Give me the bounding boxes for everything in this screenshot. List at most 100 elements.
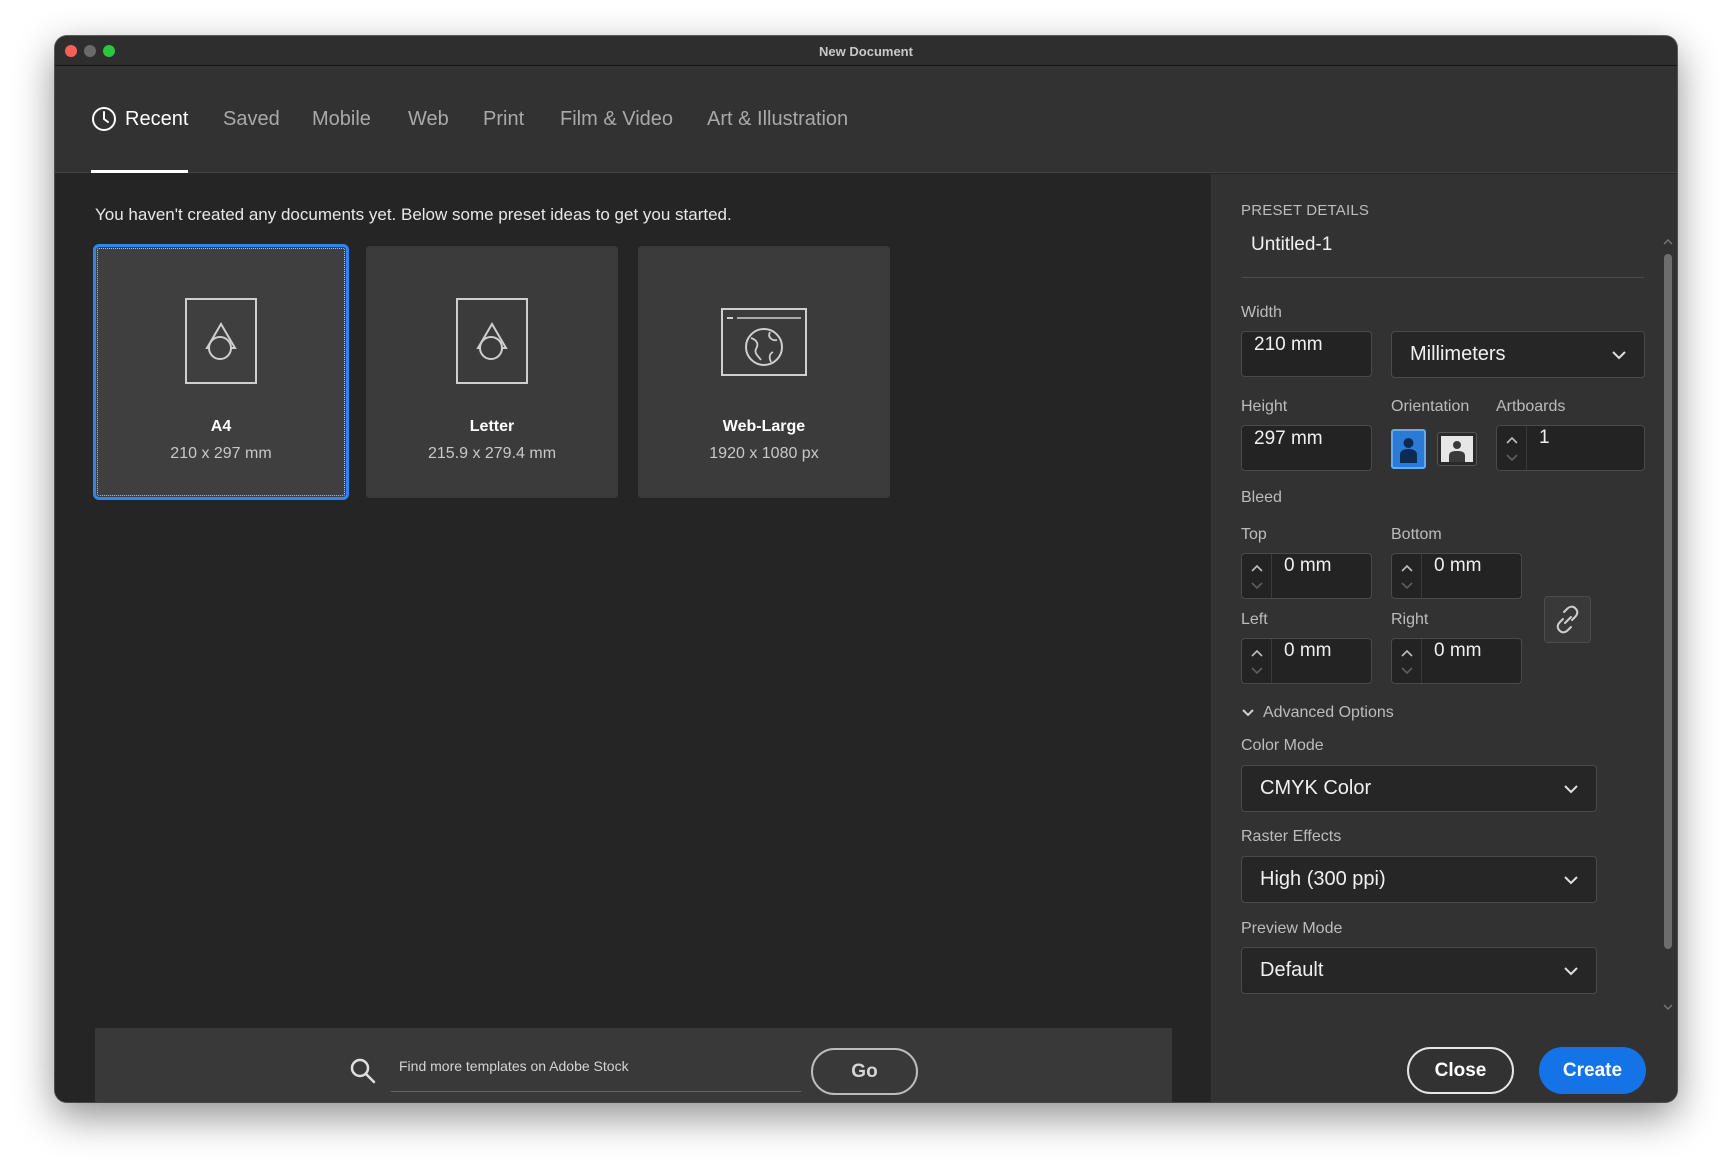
- preset-size: 215.9 x 279.4 mm: [427, 445, 557, 462]
- tab-saved[interactable]: Saved: [223, 66, 280, 172]
- new-document-dialog: New Document Recent Saved Mobile Web Pri…: [55, 36, 1677, 1102]
- advanced-options-toggle[interactable]: Advanced Options: [1241, 704, 1394, 722]
- bleed-bottom-value: 0 mm: [1434, 555, 1482, 576]
- tab-mobile[interactable]: Mobile: [312, 66, 371, 172]
- chevron-down-icon: [1242, 709, 1254, 717]
- web-document-icon: [721, 308, 807, 376]
- tab-web-label: Web: [408, 107, 449, 130]
- preset-size: 210 x 297 mm: [170, 445, 272, 462]
- stock-search-input[interactable]: Find more templates on Adobe Stock: [391, 1052, 801, 1092]
- bleed-label: Bleed: [1241, 489, 1282, 506]
- bleed-top-value: 0 mm: [1284, 555, 1332, 576]
- preset-card-web-large[interactable]: Web-Large 1920 x 1080 px: [638, 246, 890, 498]
- preset-name: Web-Large: [722, 418, 806, 435]
- units-select[interactable]: Millimeters: [1391, 331, 1645, 378]
- bleed-right-value: 0 mm: [1434, 640, 1482, 661]
- intro-text: You haven't created any documents yet. B…: [95, 205, 732, 224]
- preset-name: A4: [210, 418, 232, 435]
- bleed-bottom-label: Bottom: [1391, 526, 1442, 543]
- preset-details-heading: PRESET DETAILS: [1241, 202, 1370, 219]
- tab-recent-label: Recent: [125, 107, 189, 130]
- raster-effects-value: High (300 ppi): [1260, 868, 1386, 890]
- print-document-icon: [185, 298, 257, 384]
- tab-print-label: Print: [483, 107, 525, 130]
- raster-effects-label: Raster Effects: [1241, 828, 1342, 845]
- bleed-left-label: Left: [1241, 611, 1268, 628]
- increment-icon[interactable]: [1505, 434, 1519, 446]
- artboards-label: Artboards: [1496, 398, 1566, 415]
- presets-pane: You haven't created any documents yet. B…: [55, 174, 1210, 1102]
- tab-mobile-label: Mobile: [312, 107, 371, 130]
- tab-film-video-label: Film & Video: [560, 107, 674, 130]
- print-document-icon: [456, 298, 528, 384]
- tab-art-illustration-label: Art & Illustration: [707, 107, 849, 130]
- tab-saved-label: Saved: [223, 107, 280, 130]
- increment-icon[interactable]: [1250, 562, 1264, 574]
- decrement-icon[interactable]: [1250, 665, 1264, 677]
- preset-details-panel: PRESET DETAILS Untitled-1 Width 210 mm M…: [1210, 174, 1677, 1102]
- height-input[interactable]: 297 mm: [1241, 425, 1372, 471]
- link-bleed-button[interactable]: [1544, 596, 1591, 643]
- decrement-icon[interactable]: [1400, 580, 1414, 592]
- tab-print[interactable]: Print: [483, 66, 524, 172]
- preset-card-letter[interactable]: Letter 215.9 x 279.4 mm: [366, 246, 618, 498]
- preset-name: Letter: [469, 418, 515, 435]
- chevron-down-icon: [1564, 967, 1578, 976]
- width-input[interactable]: 210 mm: [1241, 331, 1372, 377]
- adobe-stock-search-bar: Find more templates on Adobe Stock Go: [95, 1028, 1172, 1102]
- landscape-person-icon: [1441, 436, 1473, 462]
- bleed-left-stepper[interactable]: 0 mm: [1241, 638, 1372, 684]
- tab-recent[interactable]: Recent: [91, 66, 189, 173]
- bleed-right-stepper[interactable]: 0 mm: [1391, 638, 1522, 684]
- preset-card-a4[interactable]: A4 210 x 297 mm: [93, 244, 349, 500]
- preset-size: 1920 x 1080 px: [709, 445, 819, 462]
- preset-category-tabs: Recent Saved Mobile Web Print Film & Vid…: [55, 66, 1677, 173]
- details-scrollbar[interactable]: [1662, 236, 1674, 1016]
- bleed-right-label: Right: [1391, 611, 1429, 628]
- increment-icon[interactable]: [1250, 647, 1264, 659]
- color-mode-value: CMYK Color: [1260, 777, 1372, 799]
- artboards-stepper[interactable]: 1: [1496, 425, 1645, 471]
- tab-film-video[interactable]: Film & Video: [560, 66, 673, 172]
- orientation-label: Orientation: [1391, 398, 1470, 415]
- portrait-orientation-button[interactable]: [1391, 429, 1426, 469]
- scroll-up-icon[interactable]: [1663, 238, 1673, 246]
- tab-art-illustration[interactable]: Art & Illustration: [707, 66, 848, 172]
- create-button[interactable]: Create: [1539, 1047, 1646, 1094]
- height-label: Height: [1241, 398, 1288, 415]
- close-button[interactable]: Close: [1407, 1047, 1514, 1094]
- bleed-left-value: 0 mm: [1284, 640, 1332, 661]
- advanced-options-label: Advanced Options: [1263, 704, 1394, 721]
- window-title: New Document: [819, 44, 913, 59]
- raster-effects-select[interactable]: High (300 ppi): [1241, 856, 1597, 903]
- color-mode-label: Color Mode: [1241, 737, 1324, 754]
- artboards-value: 1: [1539, 427, 1550, 448]
- preview-mode-label: Preview Mode: [1241, 920, 1343, 937]
- preview-mode-value: Default: [1260, 959, 1324, 981]
- scrollbar-thumb[interactable]: [1664, 254, 1672, 949]
- search-icon: [350, 1058, 376, 1084]
- color-mode-select[interactable]: CMYK Color: [1241, 765, 1597, 812]
- decrement-icon[interactable]: [1400, 665, 1414, 677]
- landscape-orientation-button[interactable]: [1437, 432, 1477, 466]
- tab-web[interactable]: Web: [408, 66, 449, 172]
- scroll-down-icon[interactable]: [1663, 1003, 1673, 1011]
- document-name-field[interactable]: Untitled-1: [1241, 234, 1644, 278]
- clock-icon: [92, 107, 116, 131]
- chevron-down-icon: [1612, 351, 1626, 360]
- link-icon: [1556, 605, 1579, 634]
- bleed-top-label: Top: [1241, 526, 1267, 543]
- portrait-person-icon: [1400, 438, 1417, 463]
- preview-mode-select[interactable]: Default: [1241, 947, 1597, 994]
- bleed-bottom-stepper[interactable]: 0 mm: [1391, 553, 1522, 599]
- increment-icon[interactable]: [1400, 562, 1414, 574]
- chevron-down-icon: [1564, 785, 1578, 794]
- increment-icon[interactable]: [1400, 647, 1414, 659]
- decrement-icon[interactable]: [1505, 452, 1519, 464]
- go-button[interactable]: Go: [811, 1048, 918, 1095]
- chevron-down-icon: [1564, 876, 1578, 885]
- width-label: Width: [1241, 304, 1282, 321]
- units-select-value: Millimeters: [1410, 343, 1506, 365]
- bleed-top-stepper[interactable]: 0 mm: [1241, 553, 1372, 599]
- decrement-icon[interactable]: [1250, 580, 1264, 592]
